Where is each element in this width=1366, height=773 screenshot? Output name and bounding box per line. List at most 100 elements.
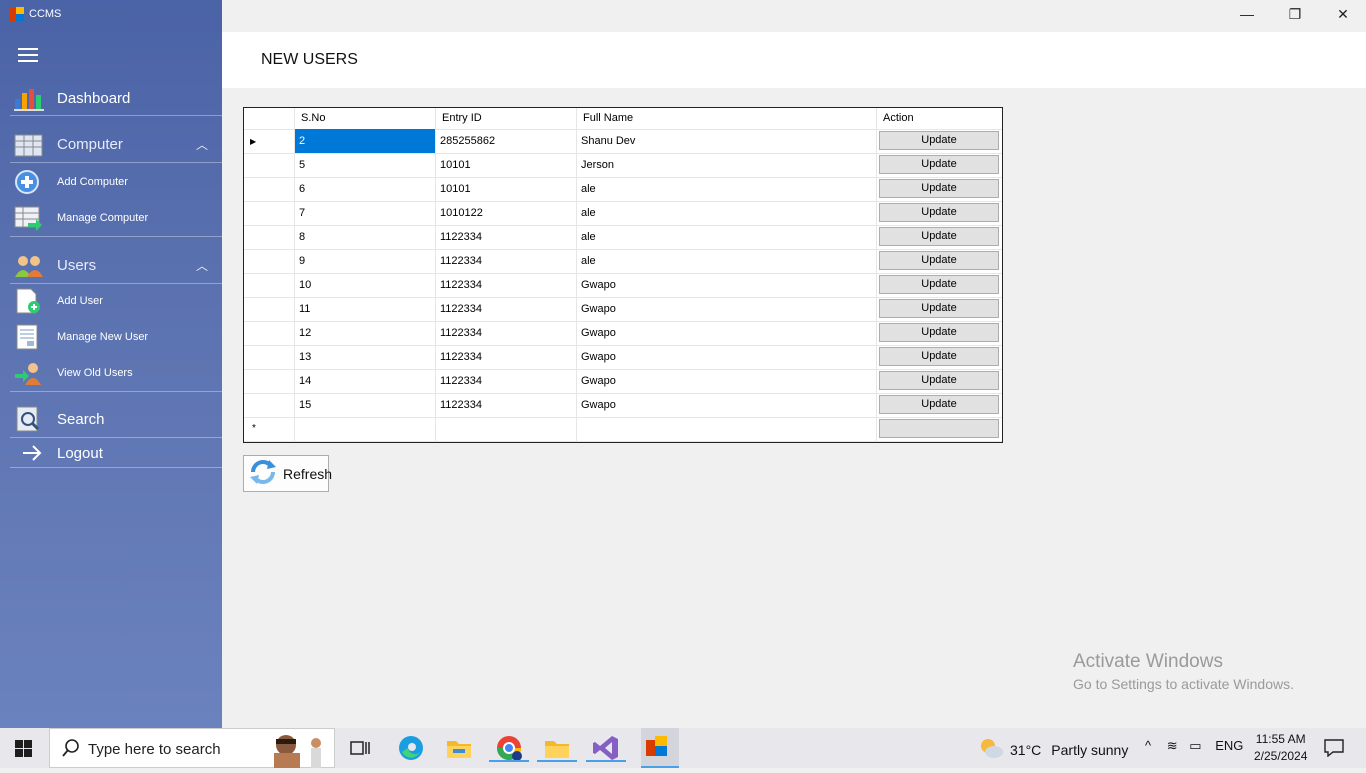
row-header[interactable] <box>244 273 295 297</box>
update-button[interactable]: Update <box>879 323 999 342</box>
row-header[interactable] <box>244 321 295 345</box>
row-header[interactable] <box>244 369 295 393</box>
cell-entry-id[interactable]: 1122334 <box>436 393 577 417</box>
cell-entry-id[interactable]: 1122334 <box>436 297 577 321</box>
cell-entry-id[interactable]: 1122334 <box>436 321 577 345</box>
users-data-grid[interactable]: S.No Entry ID Full Name Action ▶ 2 2852558… <box>243 107 1003 443</box>
update-button[interactable]: Update <box>879 179 999 198</box>
cell-sno[interactable]: 5 <box>295 153 436 177</box>
task-view-icon[interactable] <box>346 734 374 762</box>
cell-sno[interactable]: 7 <box>295 201 436 225</box>
chevron-up-icon[interactable]: ^ <box>1145 738 1151 753</box>
sidebar-item-manage-computer[interactable]: Manage Computer <box>0 205 222 231</box>
taskbar-search-box[interactable]: Type here to search <box>49 728 335 768</box>
cell-sno[interactable]: 8 <box>295 225 436 249</box>
chevron-up-icon[interactable]: ︿ <box>196 257 208 274</box>
hamburger-menu-icon[interactable] <box>18 48 38 62</box>
update-button[interactable]: Update <box>879 371 999 390</box>
row-header[interactable]: ▶ <box>244 129 295 153</box>
table-row[interactable]: 5 10101 Jerson Update <box>244 153 1002 178</box>
cell-full-name[interactable]: Shanu Dev <box>577 129 877 153</box>
table-row[interactable]: 6 10101 ale Update <box>244 177 1002 202</box>
cell-full-name[interactable]: ale <box>577 201 877 225</box>
cell-entry-id[interactable]: 10101 <box>436 153 577 177</box>
visual-studio-icon[interactable] <box>586 734 626 762</box>
weather-widget[interactable]: 31°C Partly sunny <box>978 736 1128 763</box>
cell-entry-id[interactable]: 1122334 <box>436 273 577 297</box>
notifications-icon[interactable] <box>1324 739 1344 762</box>
cell-full-name[interactable]: ale <box>577 225 877 249</box>
folder-icon[interactable] <box>537 734 577 762</box>
cell-entry-id[interactable]: 1122334 <box>436 369 577 393</box>
table-row[interactable]: 7 1010122 ale Update <box>244 201 1002 226</box>
cell-entry-id[interactable]: 10101 <box>436 177 577 201</box>
row-header[interactable] <box>244 201 295 225</box>
restore-icon[interactable]: ❐ <box>1282 6 1308 26</box>
update-button[interactable]: Update <box>879 299 999 318</box>
table-row[interactable]: 10 1122334 Gwapo Update <box>244 273 1002 298</box>
sidebar-item-add-computer[interactable]: Add Computer <box>0 169 222 195</box>
table-row[interactable]: 8 1122334 ale Update <box>244 225 1002 250</box>
cell-entry-id[interactable]: 1122334 <box>436 225 577 249</box>
cell-full-name[interactable]: Gwapo <box>577 393 877 417</box>
chrome-icon[interactable] <box>489 734 529 762</box>
table-row[interactable]: ▶ 2 285255862 Shanu Dev Update <box>244 129 1002 154</box>
cell-full-name[interactable]: Gwapo <box>577 273 877 297</box>
row-header[interactable] <box>244 177 295 201</box>
row-header[interactable] <box>244 345 295 369</box>
update-button[interactable]: Update <box>879 131 999 150</box>
cell-entry-id[interactable]: 1010122 <box>436 201 577 225</box>
column-header-full-name[interactable]: Full Name <box>577 108 877 129</box>
row-header[interactable] <box>244 225 295 249</box>
column-header-action[interactable]: Action <box>877 108 1002 129</box>
table-row[interactable]: 12 1122334 Gwapo Update <box>244 321 1002 346</box>
cell-entry-id[interactable]: 1122334 <box>436 345 577 369</box>
minimize-icon[interactable]: — <box>1234 6 1260 26</box>
cell-entry-id[interactable]: 285255862 <box>436 129 577 153</box>
empty-action-button[interactable] <box>879 419 999 438</box>
sidebar-item-search[interactable]: Search <box>0 405 222 433</box>
update-button[interactable]: Update <box>879 395 999 414</box>
column-header-entry-id[interactable]: Entry ID <box>436 108 577 129</box>
cell-sno[interactable]: 12 <box>295 321 436 345</box>
cell-full-name[interactable]: Gwapo <box>577 297 877 321</box>
sidebar-item-logout[interactable]: Logout <box>0 440 222 466</box>
update-button[interactable]: Update <box>879 203 999 222</box>
cell-full-name[interactable]: ale <box>577 177 877 201</box>
sidebar-item-dashboard[interactable]: Dashboard <box>0 84 222 112</box>
close-icon[interactable]: ✕ <box>1330 6 1356 26</box>
sidebar-group-computer[interactable]: Computer ︿ <box>0 130 222 158</box>
table-row[interactable]: 9 1122334 ale Update <box>244 249 1002 274</box>
update-button[interactable]: Update <box>879 155 999 174</box>
cell-sno[interactable]: 15 <box>295 393 436 417</box>
update-button[interactable]: Update <box>879 227 999 246</box>
cell-full-name[interactable]: Gwapo <box>577 345 877 369</box>
update-button[interactable]: Update <box>879 347 999 366</box>
cell-sno[interactable]: 11 <box>295 297 436 321</box>
cell-sno[interactable]: 9 <box>295 249 436 273</box>
table-row[interactable]: 13 1122334 Gwapo Update <box>244 345 1002 370</box>
windows-start-icon[interactable] <box>15 740 32 757</box>
cell-entry-id[interactable]: 1122334 <box>436 249 577 273</box>
table-row[interactable]: 15 1122334 Gwapo Update <box>244 393 1002 418</box>
cell-full-name[interactable]: Gwapo <box>577 321 877 345</box>
row-header[interactable] <box>244 297 295 321</box>
column-header-sno[interactable]: S.No <box>295 108 436 129</box>
cell-sno[interactable]: 14 <box>295 369 436 393</box>
update-button[interactable]: Update <box>879 275 999 294</box>
file-explorer-icon[interactable] <box>445 734 473 762</box>
new-row[interactable]: * <box>244 417 1002 442</box>
edge-browser-icon[interactable] <box>397 734 425 762</box>
cell-sno[interactable]: 13 <box>295 345 436 369</box>
cell-full-name[interactable]: Gwapo <box>577 369 877 393</box>
clock[interactable]: 11:55 AM 2/25/2024 <box>1254 731 1307 765</box>
cell-sno[interactable]: 6 <box>295 177 436 201</box>
row-header[interactable] <box>244 153 295 177</box>
cell-sno[interactable]: 2 <box>295 129 436 153</box>
table-row[interactable]: 11 1122334 Gwapo Update <box>244 297 1002 322</box>
row-header[interactable] <box>244 393 295 417</box>
battery-icon[interactable]: ▭ <box>1189 738 1201 753</box>
refresh-button[interactable]: Refresh <box>243 455 332 492</box>
ccms-app-icon[interactable] <box>641 728 679 768</box>
chevron-up-icon[interactable]: ︿ <box>196 136 208 153</box>
